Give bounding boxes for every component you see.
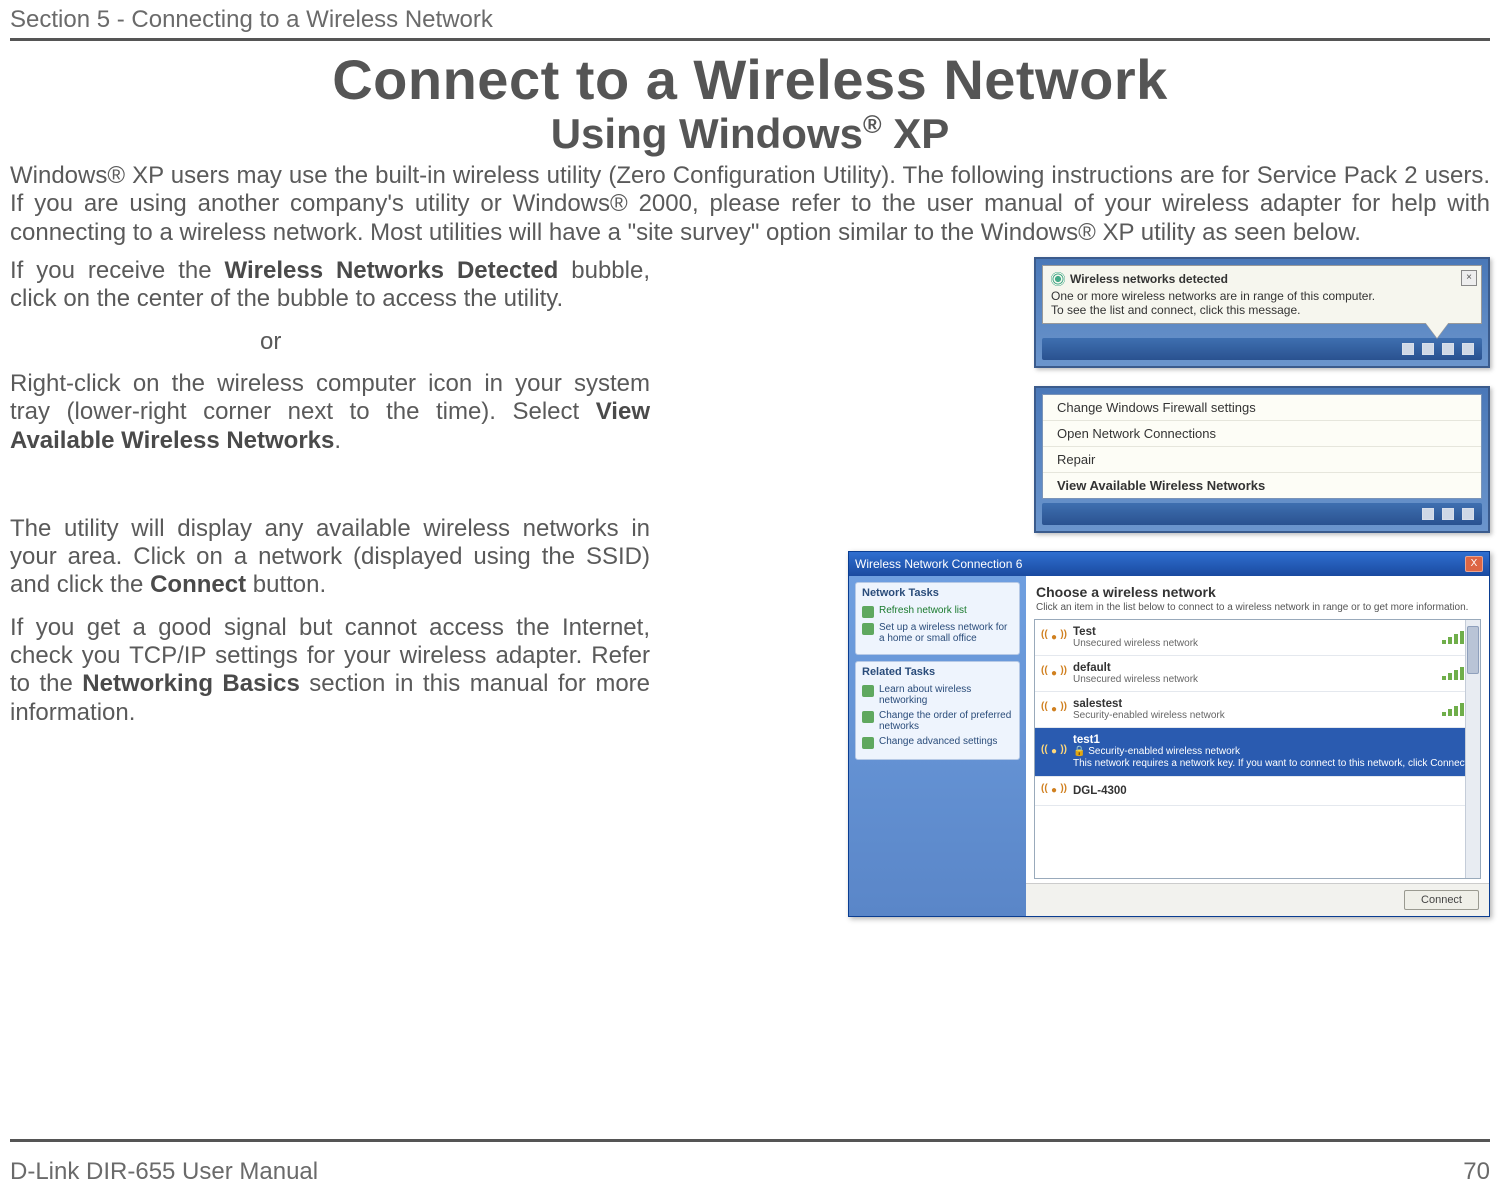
system-tray bbox=[1042, 503, 1482, 525]
sidebar-item-advanced[interactable]: Change advanced settings bbox=[862, 734, 1013, 751]
text: Right-click on the wireless computer ico… bbox=[10, 370, 650, 425]
balloon-line: To see the list and connect, click this … bbox=[1051, 303, 1473, 317]
sidebar-network-tasks: Network Tasks Refresh network list Set u… bbox=[855, 582, 1020, 655]
window-titlebar: Wireless Network Connection 6 X bbox=[849, 552, 1489, 576]
network-item[interactable]: ● DGL-4300 bbox=[1035, 777, 1480, 806]
sidebar-item-learn[interactable]: Learn about wireless networking bbox=[862, 682, 1013, 708]
choose-network-heading: Choose a wireless network bbox=[1026, 576, 1489, 602]
tray-icon[interactable] bbox=[1442, 343, 1454, 355]
order-icon bbox=[862, 711, 874, 723]
network-name: DGL-4300 bbox=[1073, 785, 1472, 797]
sidebar-item-order[interactable]: Change the order of preferred networks bbox=[862, 708, 1013, 734]
sidebar-heading: Related Tasks bbox=[862, 666, 1013, 678]
rule-bottom bbox=[10, 1139, 1490, 1142]
text: The utility will display any available w… bbox=[10, 515, 650, 599]
wifi-icon bbox=[1051, 272, 1065, 286]
text: If you receive the bbox=[10, 257, 225, 284]
network-list: ● TestUnsecured wireless network ● defau… bbox=[1034, 619, 1481, 879]
close-icon[interactable]: X bbox=[1465, 556, 1483, 572]
para-rightclick: Right-click on the wireless computer ico… bbox=[10, 370, 650, 455]
subtitle-post: XP bbox=[882, 110, 950, 157]
bold-wireless-detected: Wireless Networks Detected bbox=[225, 257, 559, 284]
screenshot-notification-bubble: × Wireless networks detected One or more… bbox=[1034, 257, 1490, 368]
window-title: Wireless Network Connection 6 bbox=[855, 557, 1022, 571]
network-desc: 🔒 Security-enabled wireless network bbox=[1073, 746, 1472, 758]
sidebar-heading: Network Tasks bbox=[862, 587, 1013, 599]
settings-icon bbox=[862, 737, 874, 749]
text: . bbox=[334, 427, 341, 454]
menu-item-open-connections[interactable]: Open Network Connections bbox=[1043, 421, 1481, 447]
context-menu: Change Windows Firewall settings Open Ne… bbox=[1042, 394, 1482, 499]
sidebar: Network Tasks Refresh network list Set u… bbox=[849, 576, 1026, 916]
sidebar-item-setup[interactable]: Set up a wireless network for a home or … bbox=[862, 620, 1013, 646]
subtitle-pre: Using Windows bbox=[551, 110, 863, 157]
wifi-icon: ● bbox=[1043, 744, 1065, 760]
balloon-tail bbox=[1425, 322, 1449, 338]
footer-manual: D-Link DIR-655 User Manual bbox=[10, 1158, 318, 1186]
main-pane: Choose a wireless network Click an item … bbox=[1026, 576, 1489, 916]
network-desc: Unsecured wireless network bbox=[1073, 674, 1434, 685]
scrollbar-thumb[interactable] bbox=[1467, 626, 1479, 674]
page-title: Connect to a Wireless Network bbox=[10, 47, 1490, 112]
setup-icon bbox=[862, 623, 874, 635]
text: button. bbox=[246, 571, 326, 598]
refresh-icon bbox=[862, 606, 874, 618]
or-separator: or bbox=[10, 328, 650, 356]
choose-network-subtext: Click an item in the list below to conne… bbox=[1026, 602, 1489, 619]
info-icon bbox=[862, 685, 874, 697]
tray-icon[interactable] bbox=[1402, 343, 1414, 355]
balloon-line: One or more wireless networks are in ran… bbox=[1051, 289, 1473, 303]
wifi-icon: ● bbox=[1043, 701, 1065, 717]
balloon-tip[interactable]: × Wireless networks detected One or more… bbox=[1042, 265, 1482, 324]
connect-button[interactable]: Connect bbox=[1404, 890, 1479, 910]
section-header: Section 5 - Connecting to a Wireless Net… bbox=[10, 0, 1490, 36]
system-tray bbox=[1042, 338, 1482, 360]
bold-connect: Connect bbox=[150, 571, 246, 598]
network-item[interactable]: ● salestestSecurity-enabled wireless net… bbox=[1035, 692, 1480, 728]
screenshot-wireless-window: Wireless Network Connection 6 X Network … bbox=[848, 551, 1490, 917]
balloon-title: Wireless networks detected bbox=[1070, 272, 1228, 286]
network-name: Test bbox=[1073, 626, 1434, 638]
menu-item-view-networks[interactable]: View Available Wireless Networks bbox=[1043, 473, 1481, 498]
network-item-selected[interactable]: ● test1 🔒 Security-enabled wireless netw… bbox=[1035, 728, 1480, 777]
wifi-icon: ● bbox=[1043, 665, 1065, 681]
para-tcpip: If you get a good signal but cannot acce… bbox=[10, 614, 650, 727]
screenshot-context-menu: Change Windows Firewall settings Open Ne… bbox=[1034, 386, 1490, 533]
network-hint: This network requires a network key. If … bbox=[1073, 758, 1472, 770]
rule-top bbox=[10, 38, 1490, 41]
page-number: 70 bbox=[1463, 1158, 1490, 1186]
tray-icon[interactable] bbox=[1462, 343, 1474, 355]
intro-paragraph: Windows® XP users may use the built-in w… bbox=[10, 162, 1490, 247]
sidebar-related-tasks: Related Tasks Learn about wireless netwo… bbox=[855, 661, 1020, 760]
wifi-icon: ● bbox=[1043, 629, 1065, 645]
scrollbar[interactable] bbox=[1465, 620, 1480, 878]
sidebar-item-refresh[interactable]: Refresh network list bbox=[862, 603, 1013, 620]
network-item[interactable]: ● defaultUnsecured wireless network bbox=[1035, 656, 1480, 692]
tray-icon[interactable] bbox=[1462, 508, 1474, 520]
para-utility: The utility will display any available w… bbox=[10, 515, 650, 600]
bold-networking-basics: Networking Basics bbox=[82, 670, 300, 697]
network-name: default bbox=[1073, 662, 1434, 674]
network-name: salestest bbox=[1073, 698, 1434, 710]
network-desc: Security-enabled wireless network bbox=[1073, 710, 1434, 721]
wifi-icon: ● bbox=[1043, 783, 1065, 799]
tray-icon[interactable] bbox=[1422, 343, 1434, 355]
registered-mark: ® bbox=[863, 111, 882, 139]
para-bubble: If you receive the Wireless Networks Det… bbox=[10, 257, 650, 314]
tray-icon[interactable] bbox=[1422, 508, 1434, 520]
page-subtitle: Using Windows® XP bbox=[10, 110, 1490, 158]
menu-item-repair[interactable]: Repair bbox=[1043, 447, 1481, 473]
menu-item-firewall[interactable]: Change Windows Firewall settings bbox=[1043, 395, 1481, 421]
network-item[interactable]: ● TestUnsecured wireless network bbox=[1035, 620, 1480, 656]
network-desc: Unsecured wireless network bbox=[1073, 638, 1434, 649]
network-name: test1 bbox=[1073, 734, 1472, 746]
close-icon[interactable]: × bbox=[1461, 270, 1477, 286]
tray-icon[interactable] bbox=[1442, 508, 1454, 520]
